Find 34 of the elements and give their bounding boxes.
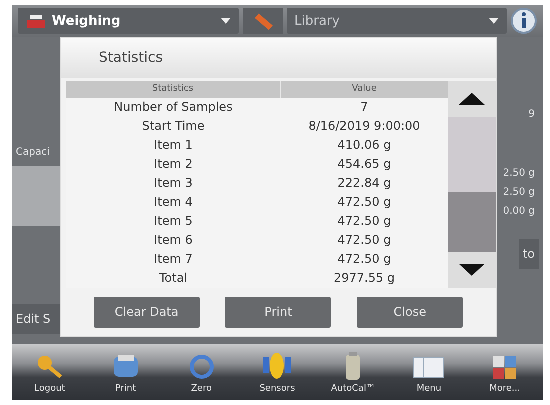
dropdown-icon xyxy=(489,18,499,24)
toolbar-button[interactable]: AutoCal™ xyxy=(315,344,392,400)
background-label: Capaci xyxy=(15,146,51,160)
dialog-title: Statistics xyxy=(61,38,496,78)
hand-icon xyxy=(261,351,294,381)
dialog-button[interactable]: Clear Data xyxy=(94,296,200,328)
toolbar-button[interactable]: More... xyxy=(467,344,543,400)
dialog-button[interactable]: Close xyxy=(357,296,464,328)
dropdown-icon xyxy=(220,18,230,24)
info-icon[interactable] xyxy=(511,8,537,34)
toolbar-button[interactable]: Logout xyxy=(12,344,88,400)
up-arrow-icon xyxy=(459,93,485,105)
background-button[interactable]: Edit S xyxy=(12,304,62,334)
background-value: 0.00 g xyxy=(502,205,536,219)
scale-icon xyxy=(26,13,46,29)
background-panel xyxy=(12,166,62,226)
scroll-down-button[interactable] xyxy=(448,252,496,288)
background-value: 2.50 g xyxy=(502,186,536,200)
scroll-up-button[interactable] xyxy=(448,81,496,117)
toolbar-button[interactable]: Print xyxy=(88,344,164,400)
toolbar-button[interactable]: Sensors xyxy=(240,344,316,400)
dialog-button[interactable]: Print xyxy=(225,296,332,328)
scroll-thumb[interactable] xyxy=(448,192,496,252)
column-header: Value xyxy=(281,81,448,98)
background-value: 2.50 g xyxy=(502,167,536,181)
library-selector[interactable]: Library xyxy=(286,8,507,34)
app-selector[interactable]: Weighing xyxy=(18,8,238,34)
down-arrow-icon xyxy=(459,264,485,276)
background-button[interactable]: to xyxy=(518,239,539,269)
column-header: Statistics xyxy=(66,81,281,98)
menu-icon xyxy=(412,355,446,381)
toolbar-button[interactable]: Zero xyxy=(164,344,240,400)
toolbar-button[interactable]: Menu xyxy=(391,344,468,400)
background-reading: 9 xyxy=(528,108,536,122)
